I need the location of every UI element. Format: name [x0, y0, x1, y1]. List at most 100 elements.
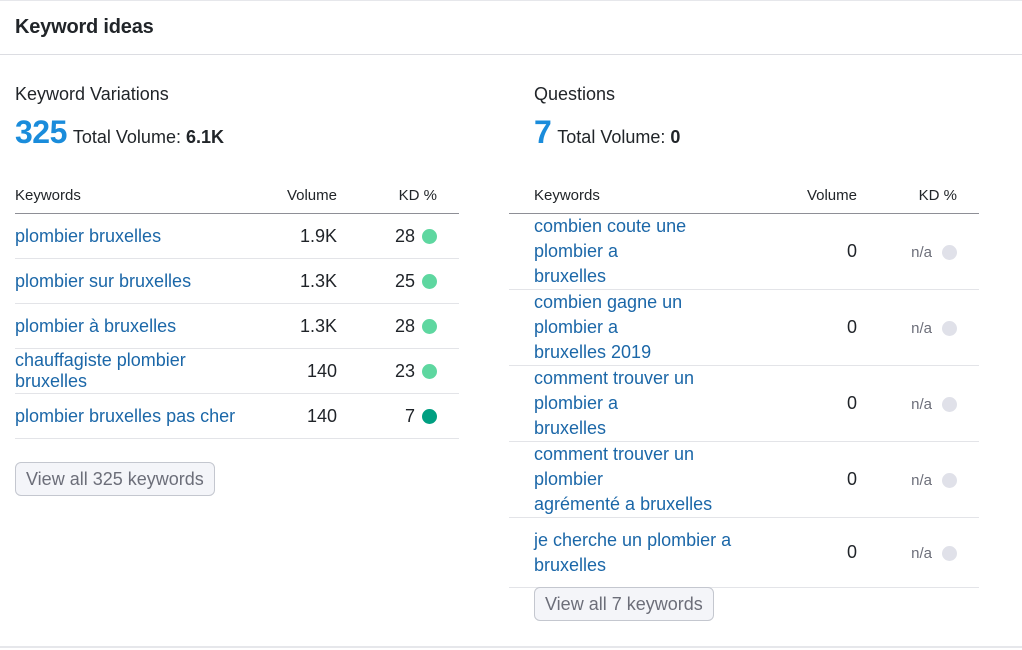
kd-difficulty-dot-icon — [942, 545, 957, 561]
keyword-link[interactable]: plombier à bruxelles — [15, 316, 176, 336]
table-header-row: Keywords Volume KD % — [509, 177, 979, 214]
table-row: je cherche un plombier a bruxelles 0 n/a — [509, 517, 979, 588]
kd-cell: 25 — [337, 258, 459, 304]
kd-difficulty-dot-icon — [422, 408, 437, 424]
keyword-link-line2: bruxelles — [534, 554, 607, 575]
kd-difficulty-dot-icon — [422, 363, 437, 379]
view-all-variations-button[interactable]: View all 325 keywords — [15, 462, 215, 496]
keyword-link[interactable]: chauffagiste plombier bruxelles — [15, 350, 186, 391]
kd-cell: 28 — [337, 303, 459, 349]
questions-table: Keywords Volume KD % combien coute une p… — [509, 177, 979, 588]
volume-cell: 1.3K — [237, 258, 337, 304]
keyword-link-line1: combien gagne un plombier a — [534, 292, 683, 337]
view-all-questions-button[interactable]: View all 7 keywords — [534, 587, 714, 621]
table-row: combien coute une plombier a bruxelles 0 n/… — [509, 213, 979, 290]
table-row: combien gagne un plombier a bruxelles 201… — [509, 289, 979, 366]
variations-title: Keyword Variations — [15, 84, 169, 104]
table-row: plombier bruxelles pas cher 140 7 — [15, 393, 459, 439]
keyword-link-line2: agrémenté a bruxelles — [534, 494, 713, 514]
kd-difficulty-dot-icon — [942, 244, 957, 260]
kd-difficulty-dot-icon — [422, 228, 437, 244]
keyword-cell: combien gagne un plombier a bruxelles 201… — [509, 289, 737, 366]
kd-cell: n/a — [857, 365, 979, 442]
keyword-cell: plombier sur bruxelles — [15, 258, 237, 304]
keyword-link-line2: bruxelles 2019 — [534, 342, 652, 362]
keyword-link[interactable]: plombier bruxelles — [15, 226, 161, 246]
keyword-link[interactable]: plombier sur bruxelles — [15, 271, 191, 291]
kd-value: n/a — [911, 395, 932, 413]
keyword-cell: comment trouver un plombier a bruxelles — [509, 365, 737, 442]
keyword-link[interactable]: comment trouver un plombier agrémenté a b… — [534, 444, 712, 514]
kd-cell: n/a — [857, 289, 979, 366]
kd-cell: 23 — [337, 348, 459, 394]
variations-total-volume-label: Total Volume: — [72, 127, 181, 147]
card-header: Keyword ideas — [0, 1, 1022, 55]
table-header-row: Keywords Volume KD % — [15, 177, 459, 214]
questions-count: 7 — [534, 114, 552, 150]
kd-value: 7 — [404, 405, 415, 426]
column-header-volume: Volume — [237, 177, 337, 214]
questions-summary: 7 Total Volume: 0 — [534, 114, 680, 151]
keyword-cell: comment trouver un plombier agrémenté a b… — [509, 441, 737, 518]
keyword-link-line1: comment trouver un plombier a — [534, 368, 695, 413]
kd-cell: n/a — [857, 517, 979, 588]
volume-cell: 140 — [237, 393, 337, 439]
table-row: comment trouver un plombier agrémenté a b… — [509, 441, 979, 518]
volume-cell: 0 — [737, 517, 857, 588]
kd-difficulty-dot-icon — [942, 320, 957, 336]
variations-total-volume-value: 6.1K — [185, 127, 224, 147]
kd-cell: 7 — [337, 393, 459, 439]
kd-cell: n/a — [857, 441, 979, 518]
volume-cell: 1.9K — [237, 213, 337, 259]
table-row: plombier à bruxelles 1.3K 28 — [15, 303, 459, 349]
table-row: comment trouver un plombier a bruxelles 0 n… — [509, 365, 979, 442]
keyword-cell: je cherche un plombier a bruxelles — [509, 517, 737, 588]
keyword-link[interactable]: je cherche un plombier a bruxelles — [534, 530, 731, 575]
kd-value: 25 — [394, 270, 415, 291]
column-header-keywords: Keywords — [15, 177, 237, 214]
volume-cell: 0 — [737, 441, 857, 518]
table-row: chauffagiste plombier bruxelles 140 23 — [15, 348, 459, 394]
column-header-kd: KD % — [857, 177, 979, 214]
table-row: plombier sur bruxelles 1.3K 25 — [15, 258, 459, 304]
variations-table: Keywords Volume KD % plombier bruxelles 1… — [15, 177, 459, 439]
table-row: plombier bruxelles 1.9K 28 — [15, 213, 459, 259]
keyword-link[interactable]: comment trouver un plombier a bruxelles — [534, 368, 694, 438]
keyword-link-line1: comment trouver un plombier — [534, 444, 695, 489]
kd-value: n/a — [911, 544, 932, 562]
keyword-link-line2: bruxelles — [534, 418, 607, 438]
keyword-link-line1: je cherche un plombier a — [534, 529, 732, 550]
keyword-cell: plombier bruxelles pas cher — [15, 393, 237, 439]
kd-value: n/a — [911, 319, 932, 337]
kd-difficulty-dot-icon — [942, 472, 957, 488]
keyword-link[interactable]: plombier bruxelles pas cher — [15, 406, 235, 426]
variations-summary: 325 Total Volume: 6.1K — [15, 114, 224, 151]
volume-cell: 140 — [237, 348, 337, 394]
keyword-ideas-card: Keyword ideas Keyword Variations 325 Tot… — [0, 0, 1022, 648]
kd-difficulty-dot-icon — [942, 396, 957, 412]
column-header-kd: KD % — [337, 177, 459, 214]
keyword-cell: plombier à bruxelles — [15, 303, 237, 349]
questions-total-volume-label: Total Volume: — [557, 127, 666, 147]
volume-cell: 0 — [737, 213, 857, 290]
kd-cell: n/a — [857, 213, 979, 290]
kd-difficulty-dot-icon — [422, 273, 437, 289]
keyword-cell: combien coute une plombier a bruxelles — [509, 213, 737, 290]
variations-count: 325 — [15, 114, 67, 150]
kd-value: 28 — [394, 315, 415, 336]
keyword-link[interactable]: combien coute une plombier a bruxelles — [534, 216, 686, 286]
kd-difficulty-dot-icon — [422, 318, 437, 334]
kd-value: n/a — [911, 471, 932, 489]
volume-cell: 0 — [737, 365, 857, 442]
column-header-volume: Volume — [737, 177, 857, 214]
questions-title: Questions — [534, 84, 616, 104]
kd-value: n/a — [911, 243, 932, 261]
kd-value: 28 — [394, 225, 415, 246]
keyword-link-line1: combien coute une plombier a — [534, 216, 687, 261]
keyword-link[interactable]: combien gagne un plombier a bruxelles 201… — [534, 292, 682, 362]
volume-cell: 0 — [737, 289, 857, 366]
kd-cell: 28 — [337, 213, 459, 259]
volume-cell: 1.3K — [237, 303, 337, 349]
card-title: Keyword ideas — [15, 16, 154, 38]
keyword-cell: plombier bruxelles — [15, 213, 237, 259]
